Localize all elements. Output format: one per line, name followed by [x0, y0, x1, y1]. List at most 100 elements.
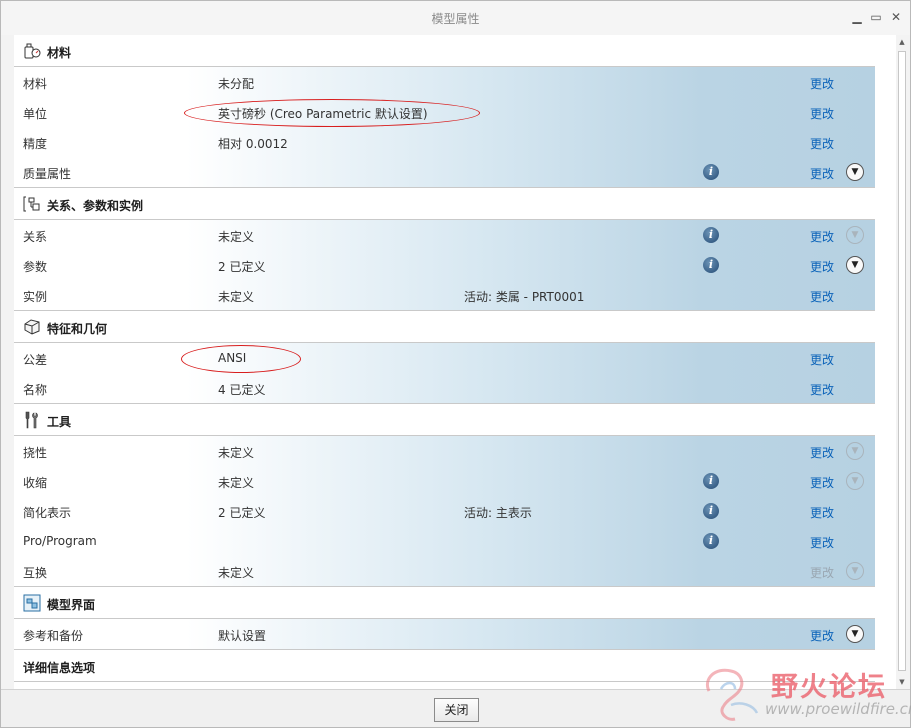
property-label: 材料	[23, 77, 48, 91]
section-header[interactable]: 特征和几何	[14, 311, 875, 343]
close-button[interactable]: 关闭	[434, 698, 479, 722]
change-link: 更改	[810, 566, 835, 580]
maximize-icon[interactable]: ▭	[869, 10, 883, 24]
expand-chevron-icon[interactable]: ▼	[846, 163, 864, 181]
property-label: 实例	[23, 290, 48, 304]
change-link[interactable]: 更改	[810, 288, 834, 305]
material-icon	[23, 42, 41, 60]
red-annotation-ellipse	[181, 345, 301, 373]
features-icon	[23, 318, 41, 336]
change-link[interactable]: 更改	[810, 228, 834, 245]
minimize-icon[interactable]: ▁	[850, 10, 864, 24]
property-row: 精度 相对 0.0012 更改	[14, 127, 875, 157]
tools-icon	[23, 411, 41, 429]
change-link[interactable]: 更改	[810, 534, 834, 551]
property-label: 简化表示	[23, 506, 72, 520]
properties-panel: 材料 材料 未分配 更改 单位 英寸磅秒 (Creo Parametric 默认设置) 更改…	[14, 35, 896, 689]
property-active-value: 活动: 主表示	[464, 506, 532, 520]
info-icon[interactable]: i	[703, 473, 719, 489]
change-link[interactable]: 更改	[810, 165, 834, 182]
section-title: 详细信息选项	[23, 661, 96, 675]
property-row: 挠性 未定义 更改 ▼	[14, 436, 875, 466]
change-link[interactable]: 更改	[810, 258, 834, 275]
property-rows: 关系 未定义 i 更改 ▼ 参数 2 已定义 i 更改 ▼ 实例 未定义 活动: 类属 - PRT000…	[14, 220, 875, 311]
change-link[interactable]: 更改	[810, 135, 834, 152]
property-rows: 参考和备份 默认设置 更改 ▼	[14, 619, 875, 650]
section-header[interactable]: 模型界面	[14, 587, 875, 619]
property-row: 互换 未定义 更改 ▼	[14, 556, 875, 586]
change-link[interactable]: 更改	[810, 75, 834, 92]
vertical-scrollbar[interactable]: ▲ ▼	[896, 35, 908, 689]
scroll-thumb[interactable]	[898, 51, 906, 671]
property-value: 相对 0.0012	[218, 137, 288, 151]
property-row: Pro/Program i 更改	[14, 526, 875, 556]
property-label: 关系	[23, 230, 48, 244]
red-annotation-ellipse	[184, 99, 480, 127]
property-row: 关系 未定义 i 更改 ▼	[14, 220, 875, 250]
scroll-up-icon[interactable]: ▲	[896, 35, 908, 49]
property-value: 2 已定义	[218, 260, 266, 274]
close-icon[interactable]: ✕	[889, 10, 903, 24]
change-link[interactable]: 更改	[810, 381, 834, 398]
model-properties-dialog: 模型属性 ▁ ▭ ✕ 材料 材料 未分配 更改 单位 英寸磅秒 (Creo Paramet…	[0, 0, 911, 728]
property-row: 实例 未定义 活动: 类属 - PRT0001 更改	[14, 280, 875, 310]
change-link[interactable]: 更改	[810, 504, 834, 521]
expand-chevron-icon[interactable]: ▼	[846, 226, 864, 244]
info-icon[interactable]: i	[703, 533, 719, 549]
expand-chevron-icon[interactable]: ▼	[846, 442, 864, 460]
property-label: Pro/Program	[23, 534, 97, 548]
property-row: 简化表示 2 已定义 活动: 主表示 i 更改	[14, 496, 875, 526]
change-link[interactable]: 更改	[810, 444, 834, 461]
property-label: 公差	[23, 353, 48, 367]
property-value: 未定义	[218, 476, 255, 490]
property-row: 参考和备份 默认设置 更改 ▼	[14, 619, 875, 649]
property-row: 收缩 未定义 i 更改 ▼	[14, 466, 875, 496]
section-header[interactable]: 材料	[14, 35, 875, 67]
change-link[interactable]: 更改	[810, 351, 834, 368]
info-icon[interactable]: i	[703, 227, 719, 243]
change-link[interactable]: 更改	[810, 627, 834, 644]
section-header[interactable]: 关系、参数和实例	[14, 188, 875, 220]
expand-chevron-icon[interactable]: ▼	[846, 472, 864, 490]
change-link[interactable]: 更改	[810, 105, 834, 122]
scroll-down-icon[interactable]: ▼	[896, 675, 908, 689]
expand-chevron-icon[interactable]: ▼	[846, 625, 864, 643]
property-value: 未定义	[218, 230, 255, 244]
property-label: 名称	[23, 383, 48, 397]
property-value: 默认设置	[218, 629, 267, 643]
property-row: 参数 2 已定义 i 更改 ▼	[14, 250, 875, 280]
property-value: 未定义	[218, 290, 255, 304]
property-label: 精度	[23, 137, 48, 151]
property-value: 2 已定义	[218, 506, 266, 520]
expand-chevron-icon[interactable]: ▼	[846, 562, 864, 580]
property-active-value: 活动: 类属 - PRT0001	[464, 290, 585, 304]
section-title: 模型界面	[47, 598, 96, 612]
expand-chevron-icon[interactable]: ▼	[846, 256, 864, 274]
relations-icon	[23, 195, 41, 213]
info-icon[interactable]: i	[703, 503, 719, 519]
watermark-url: www.proewildfire.cn	[765, 700, 911, 718]
property-value: 未定义	[218, 446, 255, 460]
property-rows: 公差 ANSI 更改 名称 4 已定义 更改	[14, 343, 875, 404]
property-label: 参考和备份	[23, 629, 84, 643]
property-label: 收缩	[23, 476, 48, 490]
property-label: 互换	[23, 566, 48, 580]
title-bar: 模型属性 ▁ ▭ ✕	[1, 1, 910, 35]
window-title: 模型属性	[431, 12, 480, 26]
section-title: 材料	[47, 46, 72, 60]
info-icon[interactable]: i	[703, 164, 719, 180]
watermark-text: 野火论坛	[771, 672, 887, 703]
info-icon[interactable]: i	[703, 257, 719, 273]
property-value: 未定义	[218, 566, 255, 580]
change-link[interactable]: 更改	[810, 474, 834, 491]
property-row: 材料 未分配 更改	[14, 67, 875, 97]
property-label: 单位	[23, 107, 48, 121]
property-row: 质量属性 i 更改 ▼	[14, 157, 875, 187]
property-value: 未分配	[218, 77, 255, 91]
section-header[interactable]: 工具	[14, 404, 875, 436]
property-rows: 挠性 未定义 更改 ▼ 收缩 未定义 i 更改 ▼ 简化表示 2 已定义 活动: 主表示 i 更改 Pro/…	[14, 436, 875, 587]
section-header[interactable]: 详细信息选项	[14, 650, 875, 682]
section-title: 关系、参数和实例	[47, 199, 144, 213]
model-interface-icon	[23, 594, 41, 612]
section-title: 工具	[47, 415, 72, 429]
